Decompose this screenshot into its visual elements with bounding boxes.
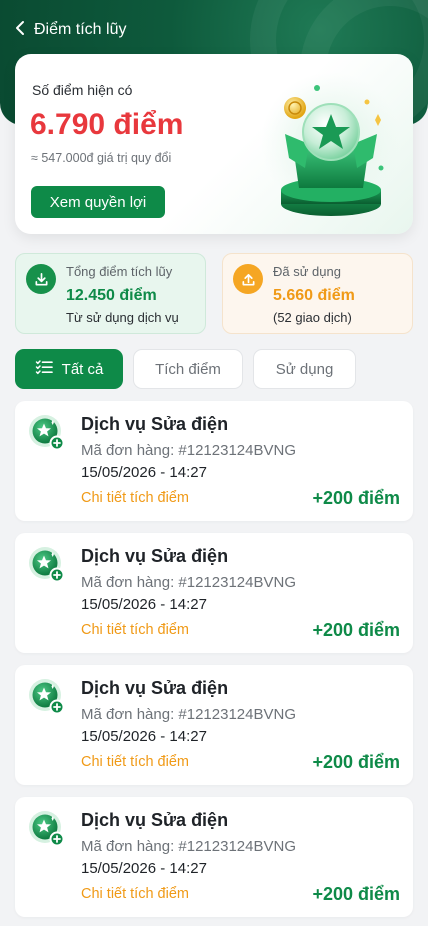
- points-earned-icon: [28, 678, 68, 718]
- transaction-date: 15/05/2026 - 14:27: [81, 596, 207, 613]
- transaction-points: +200 điểm: [312, 620, 400, 640]
- used-value: 5.660 điểm: [273, 287, 355, 304]
- gift-box-star-illustration: [259, 72, 401, 222]
- transaction-points: +200 điểm: [312, 884, 400, 904]
- chevron-left-icon: [14, 20, 28, 41]
- transaction-detail-link[interactable]: Chi tiết tích điểm: [81, 490, 189, 506]
- tab-all-label: Tất cả: [61, 360, 104, 378]
- transaction-date: 15/05/2026 - 14:27: [81, 860, 207, 877]
- transaction-order-code: Mã đơn hàng: #12123124BVNG: [81, 442, 296, 459]
- earned-value: 12.450 điểm: [66, 287, 157, 304]
- back-button[interactable]: Điểm tích lũy: [14, 18, 126, 42]
- transaction-order-code: Mã đơn hàng: #12123124BVNG: [81, 574, 296, 591]
- transaction-item[interactable]: Dịch vụ Sửa điện Mã đơn hàng: #12123124B…: [15, 533, 413, 653]
- download-icon: [26, 264, 56, 294]
- transaction-detail-link[interactable]: Chi tiết tích điểm: [81, 622, 189, 638]
- transaction-points: +200 điểm: [312, 488, 400, 508]
- points-earned-icon: [28, 810, 68, 850]
- transaction-item[interactable]: Dịch vụ Sửa điện Mã đơn hàng: #12123124B…: [15, 401, 413, 521]
- tab-use-label: Sử dụng: [275, 360, 334, 378]
- points-equivalent: ≈ 547.000đ giá trị quy đổi: [31, 151, 172, 165]
- transaction-detail-link[interactable]: Chi tiết tích điểm: [81, 754, 189, 770]
- used-label: Đã sử dụng: [273, 264, 341, 279]
- transaction-title: Dịch vụ Sửa điện: [81, 678, 229, 698]
- transaction-date: 15/05/2026 - 14:27: [81, 464, 207, 481]
- transaction-detail-link[interactable]: Chi tiết tích điểm: [81, 886, 189, 902]
- points-summary-card: Số điểm hiện có 6.790 điểm ≈ 547.000đ gi…: [15, 54, 413, 234]
- points-label: Số điểm hiện có: [32, 82, 133, 98]
- list-icon: [35, 359, 53, 379]
- earned-label: Tổng điểm tích lũy: [66, 264, 173, 279]
- upload-icon: [233, 264, 263, 294]
- tab-earn[interactable]: Tích điểm: [133, 349, 243, 389]
- transaction-title: Dịch vụ Sửa điện: [81, 414, 229, 434]
- tab-all[interactable]: Tất cả: [15, 349, 123, 389]
- page-title: Điểm tích lũy: [34, 21, 127, 38]
- transaction-title: Dịch vụ Sửa điện: [81, 546, 229, 566]
- transaction-points: +200 điểm: [312, 752, 400, 772]
- points-value: 6.790 điểm: [30, 108, 184, 141]
- points-earned-icon: [28, 414, 68, 454]
- transaction-order-code: Mã đơn hàng: #12123124BVNG: [81, 838, 296, 855]
- transaction-date: 15/05/2026 - 14:27: [81, 728, 207, 745]
- transaction-item[interactable]: Dịch vụ Sửa điện Mã đơn hàng: #12123124B…: [15, 797, 413, 917]
- points-earned-icon: [28, 546, 68, 586]
- view-benefits-button[interactable]: Xem quyền lợi: [31, 186, 165, 218]
- earned-sub: Từ sử dụng dịch vụ: [66, 310, 179, 325]
- tab-earn-label: Tích điểm: [155, 360, 221, 378]
- transaction-order-code: Mã đơn hàng: #12123124BVNG: [81, 706, 296, 723]
- tab-use[interactable]: Sử dụng: [253, 349, 356, 389]
- transaction-title: Dịch vụ Sửa điện: [81, 810, 229, 830]
- transaction-item[interactable]: Dịch vụ Sửa điện Mã đơn hàng: #12123124B…: [15, 665, 413, 785]
- earned-points-card: Tổng điểm tích lũy 12.450 điểm Từ sử dụn…: [15, 253, 206, 334]
- used-sub: (52 giao dịch): [273, 310, 352, 325]
- used-points-card: Đã sử dụng 5.660 điểm (52 giao dịch): [222, 253, 413, 334]
